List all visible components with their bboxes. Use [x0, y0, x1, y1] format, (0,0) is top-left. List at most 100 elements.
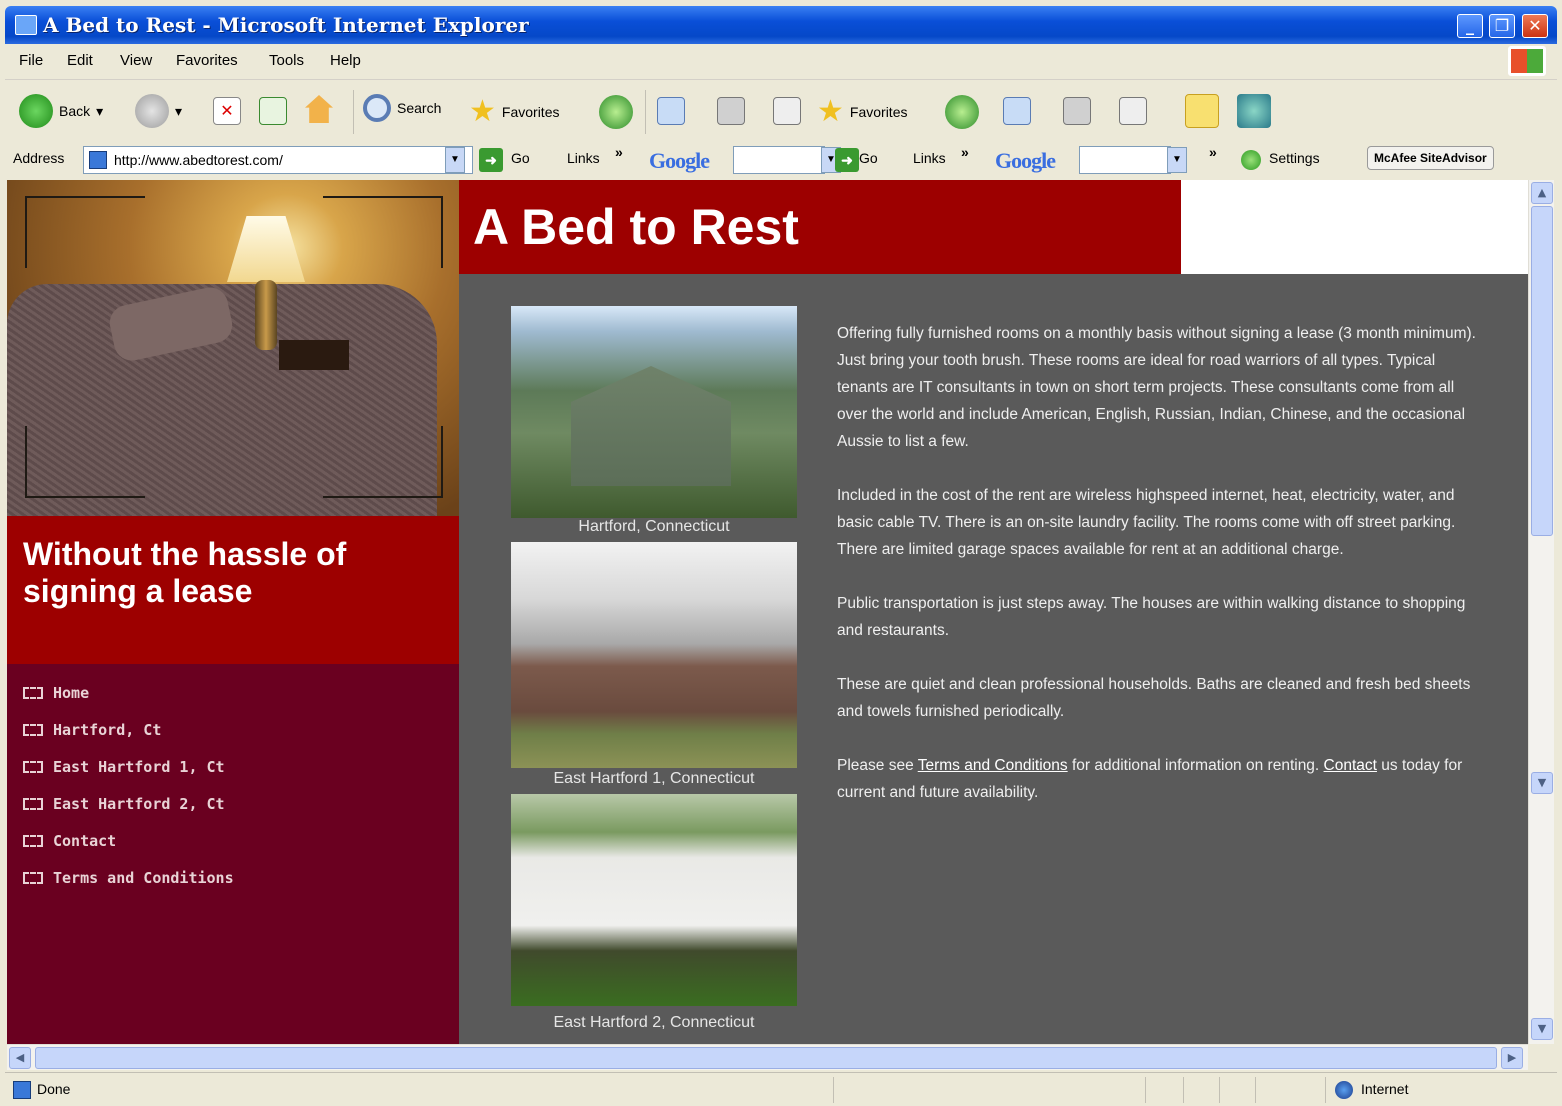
nav-hartford[interactable]: Hartford, Ct [23, 711, 234, 748]
go-label[interactable]: Go [511, 150, 530, 166]
favorites-button[interactable]: ★ Favorites [469, 94, 559, 129]
photo-frame-corner [25, 426, 145, 498]
east-hartford-2-house-photo[interactable] [511, 794, 797, 1006]
search-button[interactable]: Search [363, 94, 441, 122]
go-icon[interactable]: ➜ [479, 148, 503, 172]
forward-button[interactable]: ▾ [135, 94, 182, 128]
ie-icon [15, 15, 37, 35]
bullet-icon [23, 723, 43, 736]
tagline: Without the hassle of signing a lease [7, 516, 459, 664]
search-icon [363, 94, 391, 122]
nav-label: Home [53, 683, 90, 702]
terms-link[interactable]: Terms and Conditions [918, 757, 1068, 774]
print-icon[interactable] [1063, 97, 1091, 125]
chevron-down-icon[interactable]: ▾ [96, 103, 103, 120]
mail-icon[interactable] [657, 97, 685, 125]
nav-east-hartford-2[interactable]: East Hartford 2, Ct [23, 785, 234, 822]
home-icon[interactable] [305, 95, 333, 123]
scroll-thumb[interactable] [1531, 206, 1553, 536]
back-label: Back [59, 103, 91, 119]
scroll-right-icon[interactable]: ▶ [1501, 1047, 1523, 1069]
browser-window: A Bed to Rest - Microsoft Internet Explo… [0, 0, 1562, 1106]
paragraph: Included in the cost of the rent are wir… [837, 487, 1456, 558]
menu-bar: File Edit View Favorites Tools Help [5, 44, 1557, 80]
links-label[interactable]: Links [567, 150, 600, 166]
history-icon[interactable] [599, 95, 633, 129]
photo-frame-corner [25, 196, 145, 268]
menu-help[interactable]: Help [330, 52, 361, 69]
star-icon: ★ [817, 95, 844, 128]
back-button[interactable]: Back ▾ [19, 94, 103, 128]
scroll-down-icon[interactable]: ▼ [1531, 1018, 1553, 1040]
go-label-2[interactable]: Go [859, 150, 878, 166]
menu-tools[interactable]: Tools [269, 52, 304, 69]
bullet-icon [23, 871, 43, 884]
site-title: A Bed to Rest [473, 199, 799, 255]
contact-link[interactable]: Contact [1324, 757, 1377, 774]
hartford-house-photo[interactable] [511, 306, 797, 518]
nav-label: Terms and Conditions [53, 868, 234, 887]
folder-icon[interactable] [1185, 94, 1219, 128]
links-label-2[interactable]: Links [913, 150, 946, 166]
chevron-down-icon[interactable]: ▾ [175, 103, 182, 120]
toolbar-separator [645, 90, 646, 134]
edit-icon[interactable] [773, 97, 801, 125]
address-input[interactable]: http://www.abedtorest.com/ [83, 146, 473, 174]
nav-contact[interactable]: Contact [23, 822, 234, 859]
bullet-icon [23, 686, 43, 699]
go-icon[interactable]: ➜ [835, 148, 859, 172]
description-text: Offering fully furnished rooms on a mont… [837, 320, 1477, 833]
nav-home[interactable]: Home [23, 674, 234, 711]
chevron-more-icon[interactable]: » [1209, 144, 1217, 160]
status-separator [1325, 1077, 1326, 1103]
paragraph: Offering fully furnished rooms on a mont… [837, 325, 1476, 450]
refresh-icon[interactable] [259, 97, 287, 125]
address-dropdown[interactable]: ▼ [445, 147, 465, 173]
edit-icon[interactable] [1119, 97, 1147, 125]
google-logo-2[interactable]: Google [995, 148, 1056, 174]
address-bar: Address http://www.abedtorest.com/ ▼ ➜ G… [5, 142, 1557, 178]
close-button[interactable]: ✕ [1522, 14, 1548, 38]
favorites-label: Favorites [501, 103, 560, 120]
google-dropdown[interactable]: ▼ [1167, 147, 1187, 173]
menu-view[interactable]: View [120, 52, 152, 69]
stop-icon[interactable]: ✕ [213, 97, 241, 125]
mail-icon[interactable] [1003, 97, 1031, 125]
address-url: http://www.abedtorest.com/ [114, 152, 283, 168]
scroll-up-icon[interactable]: ▲ [1531, 182, 1553, 204]
windows-logo-icon [1508, 46, 1546, 76]
status-bar: Done Internet [5, 1072, 1557, 1106]
maximize-button[interactable]: ❐ [1489, 14, 1515, 38]
messenger-icon[interactable] [1237, 94, 1271, 128]
vertical-scrollbar[interactable]: ▲ ▼ ▼ [1528, 180, 1554, 1044]
google-search-input[interactable] [733, 146, 825, 174]
bedroom-photo [7, 180, 459, 516]
photo-caption: Hartford, Connecticut [578, 518, 730, 535]
scroll-down-icon[interactable]: ▼ [1531, 772, 1553, 794]
scroll-thumb[interactable] [35, 1047, 1497, 1069]
nav-terms[interactable]: Terms and Conditions [23, 859, 234, 896]
chevron-more-icon[interactable]: » [961, 144, 969, 160]
bullet-icon [23, 760, 43, 773]
scroll-left-icon[interactable]: ◀ [9, 1047, 31, 1069]
horizontal-scrollbar[interactable]: ◀ ▶ [7, 1044, 1528, 1070]
history-icon[interactable] [945, 95, 979, 129]
google-logo[interactable]: Google [649, 148, 710, 174]
toolbar-separator [353, 90, 354, 134]
zone-text: Internet [1361, 1081, 1409, 1097]
menu-file[interactable]: File [19, 52, 43, 69]
menu-edit[interactable]: Edit [67, 52, 93, 69]
site-nav: Home Hartford, Ct East Hartford 1, Ct Ea… [23, 674, 234, 896]
minimize-button[interactable]: _ [1457, 14, 1483, 38]
menu-favorites[interactable]: Favorites [176, 52, 238, 69]
left-sidebar: Without the hassle of signing a lease Ho… [7, 516, 459, 1044]
nav-east-hartford-1[interactable]: East Hartford 1, Ct [23, 748, 234, 785]
google-search-input-2[interactable] [1079, 146, 1171, 174]
favorites-button-2[interactable]: ★ Favorites [817, 94, 907, 129]
status-separator [1145, 1077, 1146, 1103]
settings-button[interactable]: Settings [1269, 150, 1320, 166]
mcafee-button[interactable]: McAfee SiteAdvisor [1367, 146, 1494, 170]
print-icon[interactable] [717, 97, 745, 125]
chevron-more-icon[interactable]: » [615, 144, 623, 160]
east-hartford-1-house-photo[interactable] [511, 542, 797, 768]
